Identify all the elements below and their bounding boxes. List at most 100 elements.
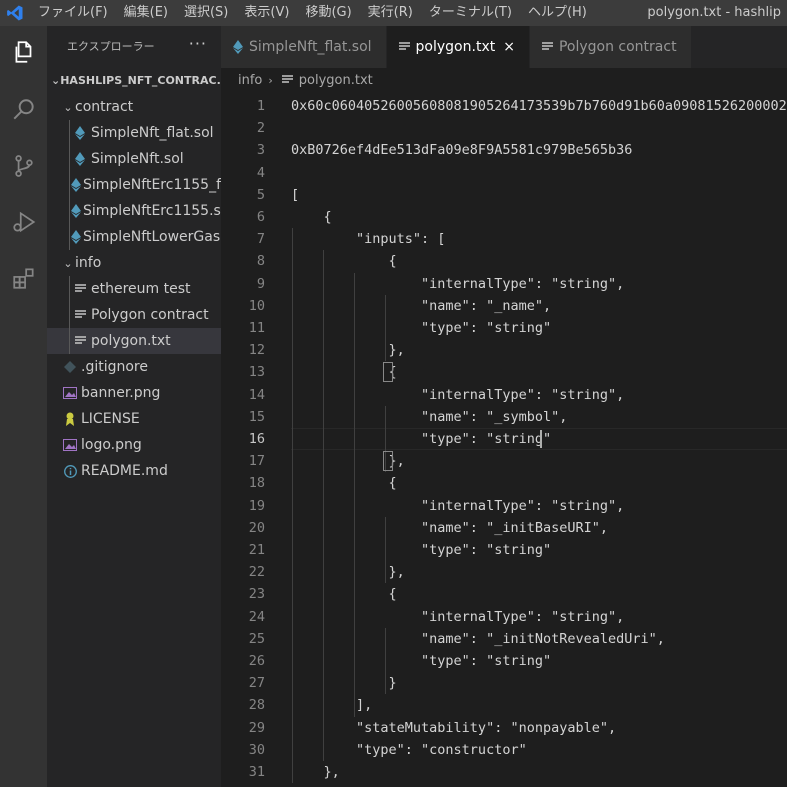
code-line: 15 "name": "_symbol", (221, 406, 787, 428)
menu-item-0[interactable]: ファイル(F) (30, 0, 116, 26)
editor-area: SimpleNft_flat.sol polygon.txt × Polygon co… (221, 26, 787, 787)
code-line: 6 { (221, 206, 787, 228)
code-line: 22 }, (221, 561, 787, 583)
solidity-file-icon (71, 178, 81, 192)
title-bar: ファイル(F) 編集(E) 選択(S) 表示(V) 移動(G) 実行(R) ターミナル(T)… (0, 0, 787, 26)
line-number: 16 (248, 431, 265, 447)
line-text: "type": "string" (291, 320, 552, 336)
more-actions-icon[interactable]: ··· (189, 34, 207, 53)
solidity-file-icon (71, 152, 89, 166)
file-item[interactable]: SimpleNftErc1155.sol (47, 198, 221, 224)
file-item[interactable]: SimpleNftLowerGas.... (47, 224, 221, 250)
line-number: 25 (248, 630, 265, 647)
folder-info[interactable]: ⌄ info (47, 250, 221, 276)
close-icon[interactable]: × (503, 39, 515, 55)
file-item[interactable]: logo.png (47, 432, 221, 458)
file-item[interactable]: README.md (47, 458, 221, 484)
code-line: 23 { (221, 583, 787, 605)
code-line: 28 ], (221, 694, 787, 716)
line-number: 8 (256, 253, 265, 270)
tree-item-label: info (75, 255, 102, 271)
breadcrumb-separator: › (268, 73, 273, 87)
line-text: { (291, 475, 397, 492)
explorer-header: エクスプローラー ··· (47, 26, 221, 66)
extensions-icon[interactable] (0, 254, 47, 302)
file-item[interactable]: SimpleNftErc1155_fl... (47, 172, 221, 198)
file-item[interactable]: SimpleNft_flat.sol (47, 120, 221, 146)
menu-item-1[interactable]: 編集(E) (116, 0, 176, 26)
solidity-file-icon (71, 204, 81, 218)
line-number: 14 (248, 386, 265, 403)
code-line: 11 "type": "string" (221, 317, 787, 339)
solidity-file-icon (71, 126, 89, 140)
vscode-logo-icon[interactable] (0, 0, 30, 26)
breadcrumb-folder[interactable]: info (238, 73, 262, 88)
line-text: "type": "string" (291, 542, 552, 558)
line-number: 20 (248, 519, 265, 536)
code-line: 8 { (221, 250, 787, 272)
line-text: "internalType": "string", (291, 608, 625, 625)
tab-label: Polygon contract (558, 39, 677, 55)
line-number: 15 (248, 408, 265, 425)
line-text: "stateMutability": "nonpayable", (291, 719, 617, 736)
image-file-icon (61, 387, 79, 399)
line-number: 31 (248, 764, 265, 780)
chevron-down-icon: ⌄ (63, 100, 73, 114)
menu-item-2[interactable]: 選択(S) (176, 0, 236, 26)
run-debug-icon[interactable] (0, 198, 47, 246)
tab-label: SimpleNft_flat.sol (249, 39, 372, 55)
source-control-icon[interactable] (0, 142, 47, 190)
line-number: 21 (248, 542, 265, 558)
code-line: 31 }, (221, 761, 787, 783)
explorer-title: エクスプローラー (67, 40, 155, 53)
line-text: }, (291, 564, 405, 581)
line-number: 18 (248, 475, 265, 492)
folder-contract[interactable]: ⌄ contract (47, 94, 221, 120)
menu-item-3[interactable]: 表示(V) (236, 0, 297, 26)
tree-item-label: banner.png (81, 385, 161, 401)
tree-item-label: SimpleNft.sol (91, 151, 184, 167)
file-item[interactable]: LICENSE (47, 406, 221, 432)
menu-item-7[interactable]: ヘルプ(H) (520, 0, 595, 26)
line-number: 7 (256, 231, 265, 248)
line-number: 19 (248, 497, 265, 514)
line-number: 17 (248, 453, 265, 470)
breadcrumb-file[interactable]: polygon.txt (299, 73, 373, 88)
file-item[interactable]: SimpleNft.sol (47, 146, 221, 172)
file-tree: ⌄ contract SimpleNft_flat.sol SimpleNft.sol… (47, 94, 221, 484)
tree-item-label: SimpleNftErc1155_fl... (83, 177, 221, 193)
file-item[interactable]: polygon.txt (47, 328, 221, 354)
code-line: 1 0x60c06040526005608081905264173539b7b76… (221, 95, 787, 117)
file-item[interactable]: Polygon contract (47, 302, 221, 328)
tab-Polygon contract[interactable]: Polygon contract (529, 26, 692, 68)
code-editor[interactable]: 1 0x60c06040526005608081905264173539b7b76… (221, 92, 787, 787)
search-icon[interactable] (0, 86, 47, 134)
text-file-icon (398, 42, 410, 52)
code-line: 2 (221, 117, 787, 139)
line-number: 23 (248, 586, 265, 603)
line-number: 26 (248, 653, 265, 669)
file-item[interactable]: .gitignore (47, 354, 221, 380)
tab-bar: SimpleNft_flat.sol polygon.txt × Polygon co… (221, 26, 787, 68)
tab-polygon.txt[interactable]: polygon.txt × (386, 26, 530, 68)
explorer-icon[interactable] (0, 28, 47, 76)
menu-item-5[interactable]: 実行(R) (360, 0, 421, 26)
tab-SimpleNft_flat.sol[interactable]: SimpleNft_flat.sol (221, 26, 387, 68)
line-number: 6 (256, 209, 265, 225)
file-item[interactable]: banner.png (47, 380, 221, 406)
line-text: "type": "constructor" (291, 741, 527, 758)
code-line: 19 "internalType": "string", (221, 495, 787, 517)
line-text: "type": "string" (291, 653, 552, 669)
workspace-name: HASHLIPS_NFT_CONTRAC... (60, 73, 221, 87)
tree-indent-guide (69, 120, 70, 250)
code-line: 3 0xB0726ef4dEe513dFa09e8F9A5581c979Be565… (221, 139, 787, 161)
code-line: 26 "type": "string" (221, 650, 787, 672)
line-number: 1 (256, 98, 265, 114)
workspace-section[interactable]: ⌄ HASHLIPS_NFT_CONTRAC... (47, 66, 221, 94)
line-text: "internalType": "string", (291, 497, 625, 514)
code-line: 12 }, (221, 339, 787, 361)
line-number: 24 (248, 608, 265, 625)
menu-item-4[interactable]: 移動(G) (297, 0, 359, 26)
menu-item-6[interactable]: ターミナル(T) (421, 0, 520, 26)
file-item[interactable]: ethereum test (47, 276, 221, 302)
